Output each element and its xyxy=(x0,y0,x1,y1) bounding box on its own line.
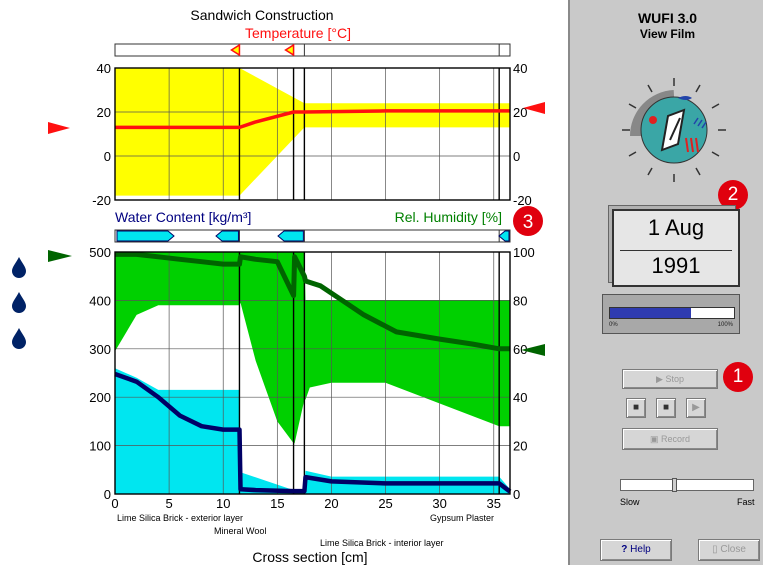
rel-humidity-label: Rel. Humidity [%] xyxy=(395,209,502,225)
y2-tick-label: 0 xyxy=(513,149,520,164)
y-tick-label: -20 xyxy=(92,193,111,208)
y-tick-label: 40 xyxy=(97,61,111,76)
play-icon: ▶ xyxy=(656,374,663,384)
y2-tick-label: -20 xyxy=(513,193,532,208)
app-title: WUFI 3.0 xyxy=(637,10,698,26)
layer-label-interior-brick: Lime Silica Brick - interior layer xyxy=(320,538,444,548)
layer-label-mineral-wool: Mineral Wool xyxy=(214,526,266,536)
water-drop-icon xyxy=(10,291,28,313)
help-button[interactable]: ? Help xyxy=(600,539,672,561)
water-drop-icon xyxy=(10,327,28,349)
play-pause-icon: ■ xyxy=(662,402,670,413)
x-tick-label: 20 xyxy=(324,496,338,511)
moisture-flux-arrow-icon xyxy=(116,230,175,242)
speed-slider[interactable] xyxy=(620,478,754,492)
outdoor-humidity-arrow-icon xyxy=(48,250,72,262)
step-forward-icon: ▶ xyxy=(692,402,700,413)
chart-svg: Sandwich Construction Temperature [°C] 40 2… xyxy=(48,7,545,565)
temperature-indicator-bar xyxy=(114,43,511,57)
speed-slow-label: Slow xyxy=(620,497,640,507)
step-back-button[interactable]: ■ xyxy=(626,398,646,418)
layer-label-gypsum-plaster: Gypsum Plaster xyxy=(430,513,494,523)
stop-button[interactable]: ▶ Stop xyxy=(622,369,718,389)
step-back-icon: ■ xyxy=(632,402,640,413)
chart-area: Sandwich Construction Temperature [°C] 40 2… xyxy=(0,0,568,565)
x-tick-label: 10 xyxy=(216,496,230,511)
date-year: 1991 xyxy=(651,253,701,278)
marker-1: 1 xyxy=(723,362,753,392)
chart-subtitle: Temperature [°C] xyxy=(245,25,351,41)
x-tick-label: 35 xyxy=(487,496,501,511)
outdoor-temperature-arrow-icon xyxy=(48,122,70,134)
progress-fill xyxy=(610,308,691,318)
y-tick-label: 300 xyxy=(89,342,111,357)
y2-tick-label: 80 xyxy=(513,293,527,308)
progress-min-label: 0% xyxy=(609,322,618,328)
date-separator xyxy=(620,250,732,251)
progress-max-label: 100% xyxy=(717,322,733,328)
speed-slider-thumb[interactable] xyxy=(671,478,677,492)
x-tick-label: 15 xyxy=(270,496,284,511)
x-axis-label: Cross section [cm] xyxy=(252,549,367,565)
layer-label-exterior-brick: Lime Silica Brick - exterior layer xyxy=(117,513,243,523)
play-button[interactable]: ■ xyxy=(656,398,676,418)
marker-3-label: 3 xyxy=(523,212,534,233)
date-display: 1 Aug 1991 xyxy=(612,209,740,287)
water-content-label: Water Content [kg/m³] xyxy=(115,209,251,225)
record-button[interactable]: ▣ Record xyxy=(622,428,718,450)
y-tick-label: 20 xyxy=(97,105,111,120)
y2-tick-label: 0 xyxy=(513,487,520,502)
moisture-flux-arrow-icon xyxy=(277,230,304,242)
help-icon: ? xyxy=(621,544,628,555)
close-label: Close xyxy=(720,544,746,555)
progress-bar xyxy=(609,307,735,319)
x-tick-label: 30 xyxy=(432,496,446,511)
y2-tick-label: 100 xyxy=(513,245,535,260)
record-label: Record xyxy=(661,434,691,444)
record-icon: ▣ xyxy=(649,434,659,444)
progress-panel: 0% 100% xyxy=(602,294,740,334)
x-tick-label: 25 xyxy=(378,496,392,511)
y2-tick-label: 20 xyxy=(513,439,527,454)
view-title: View Film xyxy=(639,27,696,41)
close-button[interactable]: ▯ Close xyxy=(698,539,760,561)
x-tick-label: 5 xyxy=(165,496,172,511)
y2-tick-label: 20 xyxy=(513,105,527,120)
y-tick-label: 0 xyxy=(104,149,111,164)
date-day: 1 Aug xyxy=(647,215,705,240)
stop-label: Stop xyxy=(665,374,684,384)
y-tick-label: 100 xyxy=(89,439,111,454)
clock-icon xyxy=(618,74,730,186)
close-icon: ▯ xyxy=(712,544,718,555)
y-tick-label: 200 xyxy=(89,390,111,405)
y2-tick-label: 40 xyxy=(513,390,527,405)
y2-tick-label: 40 xyxy=(513,61,527,76)
chart-title: Sandwich Construction xyxy=(190,7,333,23)
speed-fast-label: Fast xyxy=(737,497,755,507)
x-tick-label: 0 xyxy=(111,496,118,511)
help-label: Help xyxy=(630,544,651,555)
y-tick-label: 400 xyxy=(89,293,111,308)
step-forward-button[interactable]: ▶ xyxy=(686,398,706,418)
view-film-panel: WUFI 3.0 View Film 2 1 Aug 1991 0% 100% … xyxy=(568,0,763,565)
y-tick-label: 500 xyxy=(89,245,111,260)
y-tick-label: 0 xyxy=(104,487,111,502)
water-drop-icon xyxy=(10,256,28,278)
